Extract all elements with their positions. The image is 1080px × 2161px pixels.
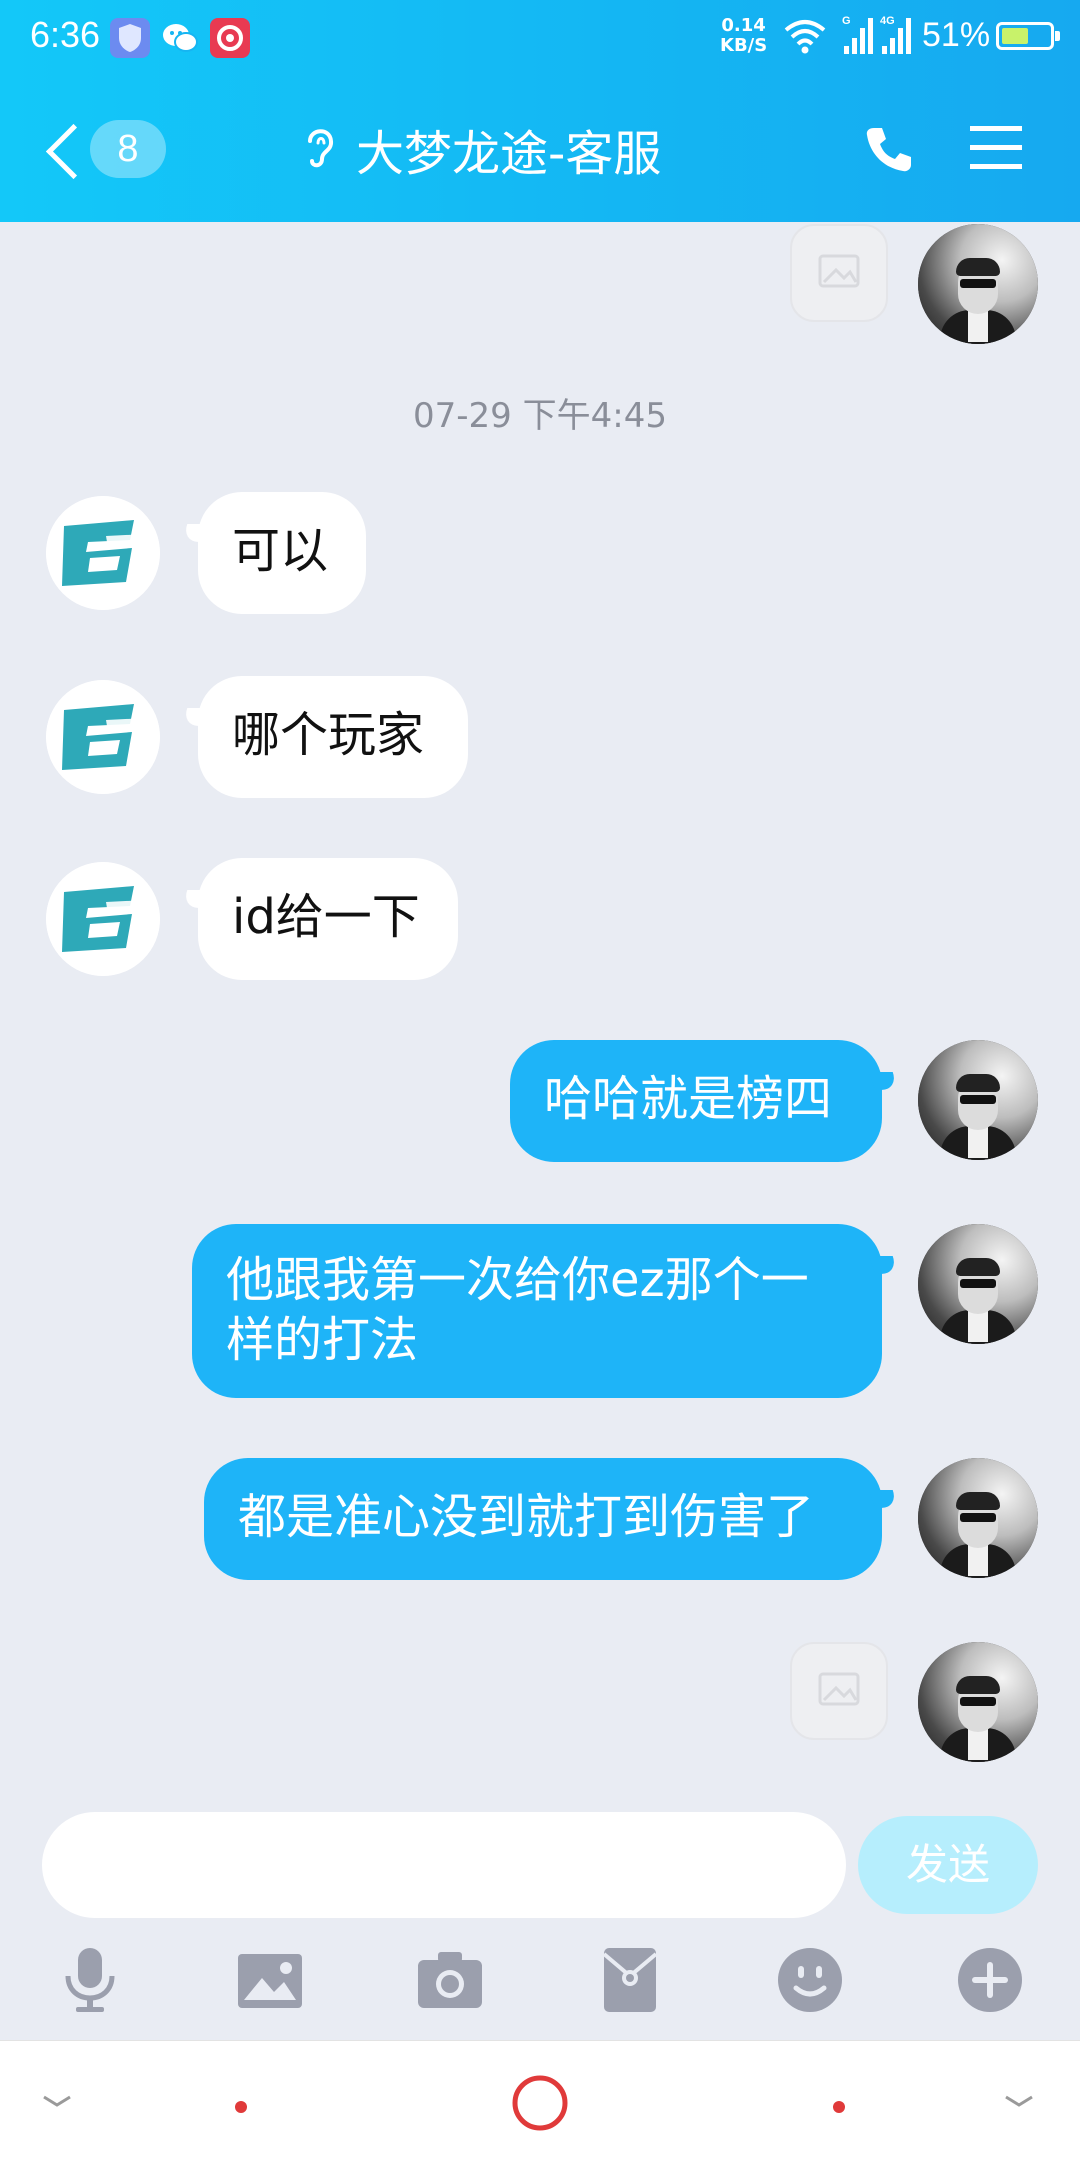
outgoing-message[interactable]: 哈哈就是榜四 — [510, 1040, 882, 1162]
message-text-line: 样的打法 — [226, 1312, 419, 1368]
image-message[interactable] — [790, 1642, 888, 1740]
service-avatar[interactable] — [46, 496, 160, 610]
user-avatar[interactable] — [918, 1458, 1038, 1578]
status-bar: 6:36 0.14 KB/S G 4G 51% — [0, 0, 1080, 76]
game-logo-icon — [46, 680, 160, 794]
svg-text:4G: 4G — [880, 15, 895, 27]
incoming-message[interactable]: id给一下 — [198, 858, 458, 980]
chat-title-group[interactable]: 大梦龙途-客服 — [300, 114, 661, 184]
broken-image-icon — [818, 1672, 860, 1706]
chat-title: 大梦龙途-客服 — [356, 126, 662, 182]
nav-dot-right[interactable] — [832, 2099, 846, 2118]
message-input[interactable] — [42, 1812, 846, 1918]
broken-image-icon — [818, 254, 860, 288]
nav-dot-left[interactable] — [234, 2099, 248, 2118]
network-speed-unit: KB/S — [720, 35, 768, 56]
camera-icon[interactable] — [414, 1944, 486, 2016]
record-app-icon — [210, 18, 250, 58]
unread-count-badge: 8 — [90, 120, 166, 178]
menu-button[interactable] — [970, 124, 1022, 176]
top-bar: 6:36 0.14 KB/S G 4G 51% 8 大梦龙途-客服 — [0, 0, 1080, 222]
user-avatar[interactable] — [918, 1642, 1038, 1762]
signal-4g-icon: 4G — [880, 14, 916, 62]
message-timestamp: 07-29 下午4:45 — [413, 396, 667, 436]
incoming-message[interactable]: 可以 — [198, 492, 366, 614]
send-button[interactable]: 发送 — [858, 1816, 1038, 1914]
back-button[interactable]: 8 — [30, 106, 180, 192]
game-logo-icon — [46, 862, 160, 976]
system-nav-bar — [0, 2040, 1080, 2161]
chat-header: 8 大梦龙途-客服 — [0, 76, 1080, 222]
home-button[interactable] — [510, 2073, 570, 2137]
outgoing-message[interactable]: 他跟我第一次给你ez那个一 样的打法 — [192, 1224, 882, 1398]
signal-1-icon: G — [842, 14, 876, 62]
network-speed: 0.14 KB/S — [720, 16, 767, 56]
service-avatar[interactable] — [46, 862, 160, 976]
image-icon[interactable] — [234, 1944, 306, 2016]
message-text: 哈哈就是榜四 — [544, 1071, 833, 1127]
image-message[interactable] — [790, 224, 888, 322]
battery-icon — [996, 22, 1060, 50]
message-text: 可以 — [232, 523, 329, 579]
phone-call-button[interactable] — [862, 122, 916, 180]
red-packet-icon[interactable] — [594, 1944, 666, 2016]
emoji-icon[interactable] — [774, 1944, 846, 2016]
mic-icon[interactable] — [54, 1944, 126, 2016]
message-text: 哪个玩家 — [232, 707, 425, 763]
game-logo-icon — [46, 496, 160, 610]
wifi-icon — [782, 16, 828, 60]
message-text: id给一下 — [232, 889, 420, 945]
message-text-line: 他跟我第一次给你ez那个一 — [226, 1252, 809, 1308]
user-avatar[interactable] — [918, 1224, 1038, 1344]
network-speed-value: 0.14 — [721, 15, 766, 36]
incoming-message[interactable]: 哪个玩家 — [198, 676, 468, 798]
ear-icon — [300, 121, 340, 177]
message-text: 都是准心没到就打到伤害了 — [238, 1489, 815, 1545]
battery-percent: 51% — [922, 16, 991, 54]
status-time: 6:36 — [30, 14, 101, 55]
user-avatar[interactable] — [918, 224, 1038, 344]
nav-chevron-down-icon[interactable] — [1002, 2091, 1036, 2115]
shield-app-icon — [110, 18, 150, 58]
nav-chevron-down-icon[interactable] — [40, 2091, 74, 2115]
svg-text:G: G — [842, 15, 851, 27]
service-avatar[interactable] — [46, 680, 160, 794]
plus-icon[interactable] — [954, 1944, 1026, 2016]
wechat-icon — [160, 18, 200, 62]
outgoing-message[interactable]: 都是准心没到就打到伤害了 — [204, 1458, 882, 1580]
user-avatar[interactable] — [918, 1040, 1038, 1160]
